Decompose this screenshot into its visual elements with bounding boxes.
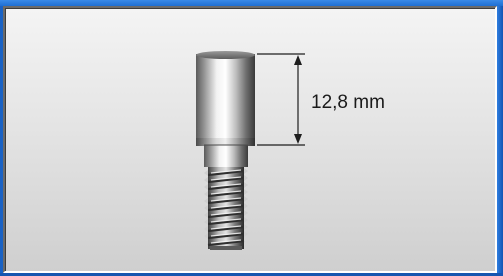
- abutment-collar: [204, 144, 248, 167]
- image-panel: 12,8 mm: [3, 6, 497, 273]
- abutment-image: [196, 51, 305, 250]
- abutment-thread: [204, 167, 248, 250]
- window-right-border: [497, 6, 503, 276]
- viewer-window: 12,8 mm: [0, 0, 503, 276]
- abutment-head: [196, 51, 255, 146]
- dimension-indicator: [257, 53, 305, 146]
- dimension-label: 12,8 mm: [311, 92, 385, 113]
